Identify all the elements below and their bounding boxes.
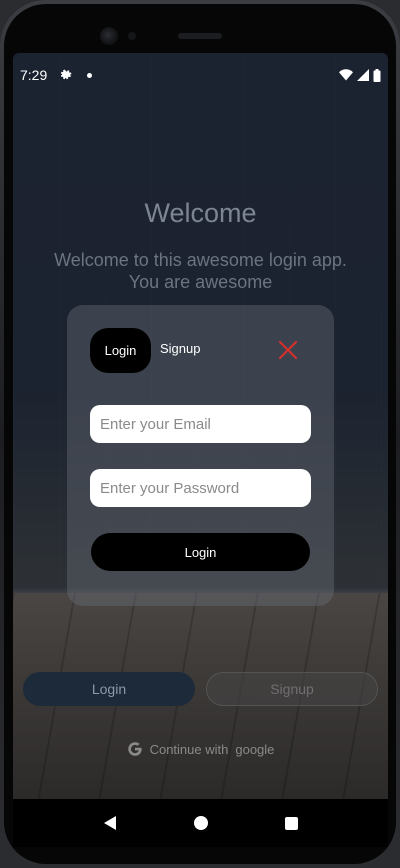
auth-modal: Login Signup Login	[67, 305, 334, 606]
tab-login[interactable]: Login	[90, 328, 151, 373]
welcome-subtitle: Welcome to this awesome login app. You a…	[23, 249, 378, 293]
close-icon[interactable]	[277, 339, 299, 361]
submit-login-button[interactable]: Login	[91, 533, 310, 571]
welcome-title: Welcome	[144, 198, 257, 228]
google-icon	[127, 742, 142, 756]
notification-dot-icon	[87, 72, 93, 78]
password-field[interactable]	[90, 469, 311, 507]
google-prefix-label: Continue with	[149, 741, 229, 757]
status-bar: 7:29	[13, 53, 388, 97]
gear-icon	[61, 69, 72, 80]
app-screen: 7:29 Welcome Welcome to this awesome log…	[13, 53, 388, 799]
home-icon[interactable]	[193, 816, 208, 830]
status-right-group	[339, 68, 381, 82]
login-button[interactable]: Login	[23, 672, 195, 706]
navigation-bar	[13, 799, 388, 847]
back-icon[interactable]	[103, 815, 117, 831]
battery-icon	[373, 68, 381, 82]
signup-button[interactable]: Signup	[206, 672, 378, 706]
email-field[interactable]	[90, 405, 311, 443]
continue-with-google-button[interactable]: Continue with google	[13, 739, 388, 759]
recents-icon[interactable]	[284, 816, 298, 830]
welcome-subtitle-line-1: Welcome to this awesome login app.	[54, 250, 347, 270]
front-camera	[100, 27, 118, 45]
camera-sensor	[128, 32, 136, 40]
phone-frame: 7:29 Welcome Welcome to this awesome log…	[0, 0, 400, 868]
google-name-label: google	[235, 741, 275, 757]
wifi-icon	[339, 69, 353, 81]
status-time: 7:29	[20, 67, 48, 83]
earpiece-speaker	[178, 33, 222, 39]
signal-icon	[357, 69, 369, 81]
welcome-subtitle-line-2: You are awesome	[128, 272, 273, 292]
tab-signup[interactable]: Signup	[160, 341, 200, 356]
